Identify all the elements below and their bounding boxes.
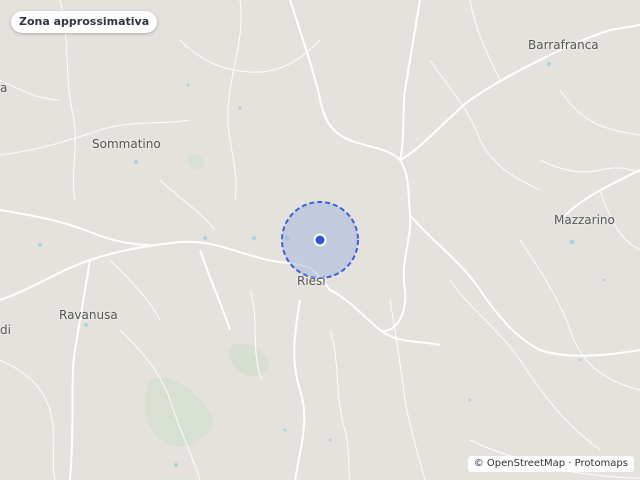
town-label-partial-di: di <box>0 323 11 337</box>
vegetation-areas <box>144 153 270 448</box>
map-attribution: © OpenStreetMap · Protomaps <box>467 456 634 472</box>
town-label-partial-a: a <box>0 81 8 95</box>
approximate-area-label: Zona approssimativa <box>11 11 158 33</box>
protomaps-attribution-link[interactable]: Protomaps <box>575 458 628 469</box>
attribution-separator: · <box>565 458 575 469</box>
town-label-sommatino: Sommatino <box>92 137 161 151</box>
town-label-barrafranca: Barrafranca <box>528 38 599 52</box>
map-view[interactable]: Zona approssimativa Barrafranca Sommatin… <box>0 0 640 480</box>
town-label-ravanusa: Ravanusa <box>59 308 118 322</box>
osm-attribution-link[interactable]: © OpenStreetMap <box>474 458 565 469</box>
location-marker <box>313 233 327 247</box>
map-tiles <box>0 0 640 480</box>
town-label-riesi: Riesi <box>297 274 326 288</box>
town-label-mazzarino: Mazzarino <box>554 213 615 227</box>
